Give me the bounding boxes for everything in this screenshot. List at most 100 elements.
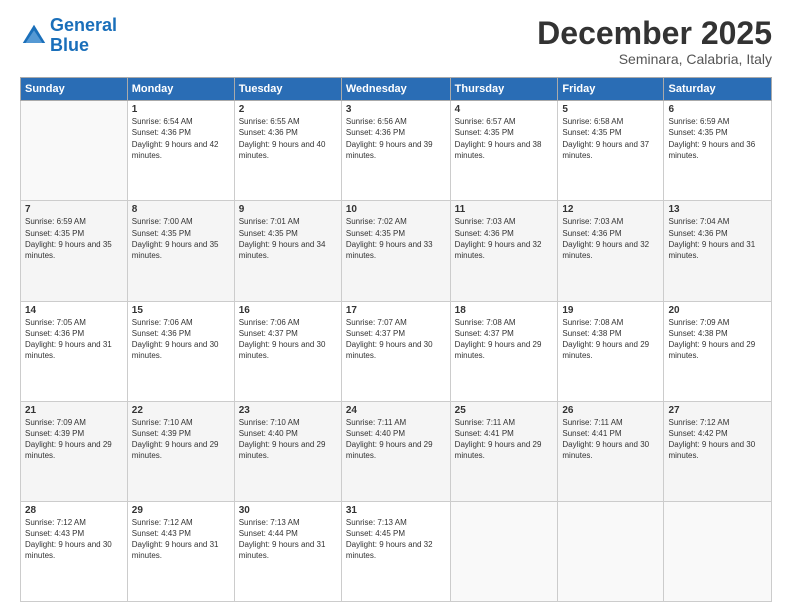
sunset: Sunset: 4:35 PM xyxy=(562,127,659,138)
daylight: Daylight: 9 hours and 30 minutes. xyxy=(346,339,446,361)
col-sunday: Sunday xyxy=(21,78,128,101)
daylight: Daylight: 9 hours and 31 minutes. xyxy=(25,339,123,361)
day-number: 29 xyxy=(132,505,230,516)
daylight: Daylight: 9 hours and 31 minutes. xyxy=(668,239,767,261)
logo-icon xyxy=(20,22,48,50)
daylight: Daylight: 9 hours and 29 minutes. xyxy=(562,339,659,361)
day-cell xyxy=(21,101,128,201)
day-cell: 1 Sunrise: 6:54 AM Sunset: 4:36 PM Dayli… xyxy=(127,101,234,201)
day-info: Sunrise: 7:13 AM Sunset: 4:45 PM Dayligh… xyxy=(346,517,446,562)
day-number: 21 xyxy=(25,405,123,416)
day-cell xyxy=(450,501,558,601)
day-info: Sunrise: 6:56 AM Sunset: 4:36 PM Dayligh… xyxy=(346,116,446,161)
title-block: December 2025 Seminara, Calabria, Italy xyxy=(537,16,772,67)
day-number: 11 xyxy=(455,204,554,215)
day-number: 27 xyxy=(668,405,767,416)
sunrise: Sunrise: 6:59 AM xyxy=(668,116,767,127)
sunrise: Sunrise: 7:13 AM xyxy=(346,517,446,528)
daylight: Daylight: 9 hours and 35 minutes. xyxy=(25,239,123,261)
sunrise: Sunrise: 7:11 AM xyxy=(455,417,554,428)
sunset: Sunset: 4:36 PM xyxy=(668,228,767,239)
day-number: 14 xyxy=(25,305,123,316)
day-cell: 26 Sunrise: 7:11 AM Sunset: 4:41 PM Dayl… xyxy=(558,401,664,501)
logo-text: General Blue xyxy=(50,16,117,56)
day-info: Sunrise: 7:02 AM Sunset: 4:35 PM Dayligh… xyxy=(346,216,446,261)
daylight: Daylight: 9 hours and 42 minutes. xyxy=(132,139,230,161)
sunset: Sunset: 4:38 PM xyxy=(668,328,767,339)
daylight: Daylight: 9 hours and 40 minutes. xyxy=(239,139,337,161)
subtitle: Seminara, Calabria, Italy xyxy=(537,51,772,67)
day-info: Sunrise: 7:10 AM Sunset: 4:39 PM Dayligh… xyxy=(132,417,230,462)
day-number: 5 xyxy=(562,104,659,115)
sunset: Sunset: 4:44 PM xyxy=(239,528,337,539)
sunrise: Sunrise: 7:12 AM xyxy=(25,517,123,528)
day-cell: 21 Sunrise: 7:09 AM Sunset: 4:39 PM Dayl… xyxy=(21,401,128,501)
col-saturday: Saturday xyxy=(664,78,772,101)
day-number: 30 xyxy=(239,505,337,516)
sunset: Sunset: 4:41 PM xyxy=(455,428,554,439)
day-info: Sunrise: 7:09 AM Sunset: 4:38 PM Dayligh… xyxy=(668,317,767,362)
day-info: Sunrise: 7:03 AM Sunset: 4:36 PM Dayligh… xyxy=(455,216,554,261)
sunrise: Sunrise: 6:56 AM xyxy=(346,116,446,127)
day-number: 19 xyxy=(562,305,659,316)
sunrise: Sunrise: 7:11 AM xyxy=(562,417,659,428)
sunrise: Sunrise: 6:57 AM xyxy=(455,116,554,127)
sunrise: Sunrise: 6:54 AM xyxy=(132,116,230,127)
week-row-2: 7 Sunrise: 6:59 AM Sunset: 4:35 PM Dayli… xyxy=(21,201,772,301)
sunset: Sunset: 4:35 PM xyxy=(455,127,554,138)
day-info: Sunrise: 6:57 AM Sunset: 4:35 PM Dayligh… xyxy=(455,116,554,161)
sunrise: Sunrise: 7:03 AM xyxy=(455,216,554,227)
day-info: Sunrise: 7:03 AM Sunset: 4:36 PM Dayligh… xyxy=(562,216,659,261)
sunrise: Sunrise: 7:06 AM xyxy=(132,317,230,328)
sunset: Sunset: 4:35 PM xyxy=(346,228,446,239)
sunrise: Sunrise: 7:13 AM xyxy=(239,517,337,528)
daylight: Daylight: 9 hours and 31 minutes. xyxy=(132,539,230,561)
day-info: Sunrise: 7:12 AM Sunset: 4:42 PM Dayligh… xyxy=(668,417,767,462)
sunrise: Sunrise: 7:09 AM xyxy=(25,417,123,428)
sunrise: Sunrise: 7:05 AM xyxy=(25,317,123,328)
col-monday: Monday xyxy=(127,78,234,101)
day-cell: 15 Sunrise: 7:06 AM Sunset: 4:36 PM Dayl… xyxy=(127,301,234,401)
day-cell: 4 Sunrise: 6:57 AM Sunset: 4:35 PM Dayli… xyxy=(450,101,558,201)
sunset: Sunset: 4:40 PM xyxy=(346,428,446,439)
sunset: Sunset: 4:37 PM xyxy=(239,328,337,339)
day-number: 10 xyxy=(346,204,446,215)
daylight: Daylight: 9 hours and 29 minutes. xyxy=(668,339,767,361)
day-number: 15 xyxy=(132,305,230,316)
day-info: Sunrise: 7:00 AM Sunset: 4:35 PM Dayligh… xyxy=(132,216,230,261)
day-cell: 27 Sunrise: 7:12 AM Sunset: 4:42 PM Dayl… xyxy=(664,401,772,501)
week-row-4: 21 Sunrise: 7:09 AM Sunset: 4:39 PM Dayl… xyxy=(21,401,772,501)
sunrise: Sunrise: 6:59 AM xyxy=(25,216,123,227)
day-cell: 30 Sunrise: 7:13 AM Sunset: 4:44 PM Dayl… xyxy=(234,501,341,601)
sunrise: Sunrise: 7:12 AM xyxy=(132,517,230,528)
daylight: Daylight: 9 hours and 32 minutes. xyxy=(455,239,554,261)
sunrise: Sunrise: 6:55 AM xyxy=(239,116,337,127)
sunset: Sunset: 4:36 PM xyxy=(455,228,554,239)
daylight: Daylight: 9 hours and 29 minutes. xyxy=(346,439,446,461)
day-number: 9 xyxy=(239,204,337,215)
day-info: Sunrise: 7:11 AM Sunset: 4:40 PM Dayligh… xyxy=(346,417,446,462)
day-info: Sunrise: 7:05 AM Sunset: 4:36 PM Dayligh… xyxy=(25,317,123,362)
day-number: 12 xyxy=(562,204,659,215)
day-cell: 13 Sunrise: 7:04 AM Sunset: 4:36 PM Dayl… xyxy=(664,201,772,301)
header: General Blue December 2025 Seminara, Cal… xyxy=(20,16,772,67)
day-cell: 19 Sunrise: 7:08 AM Sunset: 4:38 PM Dayl… xyxy=(558,301,664,401)
day-number: 17 xyxy=(346,305,446,316)
sunrise: Sunrise: 7:03 AM xyxy=(562,216,659,227)
daylight: Daylight: 9 hours and 30 minutes. xyxy=(239,339,337,361)
day-info: Sunrise: 7:08 AM Sunset: 4:37 PM Dayligh… xyxy=(455,317,554,362)
day-number: 2 xyxy=(239,104,337,115)
day-cell: 24 Sunrise: 7:11 AM Sunset: 4:40 PM Dayl… xyxy=(341,401,450,501)
day-number: 4 xyxy=(455,104,554,115)
sunrise: Sunrise: 7:12 AM xyxy=(668,417,767,428)
sunset: Sunset: 4:38 PM xyxy=(562,328,659,339)
sunset: Sunset: 4:36 PM xyxy=(132,127,230,138)
logo-line2: Blue xyxy=(50,35,89,55)
day-number: 3 xyxy=(346,104,446,115)
day-number: 24 xyxy=(346,405,446,416)
logo-line1: General xyxy=(50,15,117,35)
sunrise: Sunrise: 7:09 AM xyxy=(668,317,767,328)
daylight: Daylight: 9 hours and 32 minutes. xyxy=(346,539,446,561)
sunrise: Sunrise: 7:10 AM xyxy=(239,417,337,428)
day-cell: 7 Sunrise: 6:59 AM Sunset: 4:35 PM Dayli… xyxy=(21,201,128,301)
